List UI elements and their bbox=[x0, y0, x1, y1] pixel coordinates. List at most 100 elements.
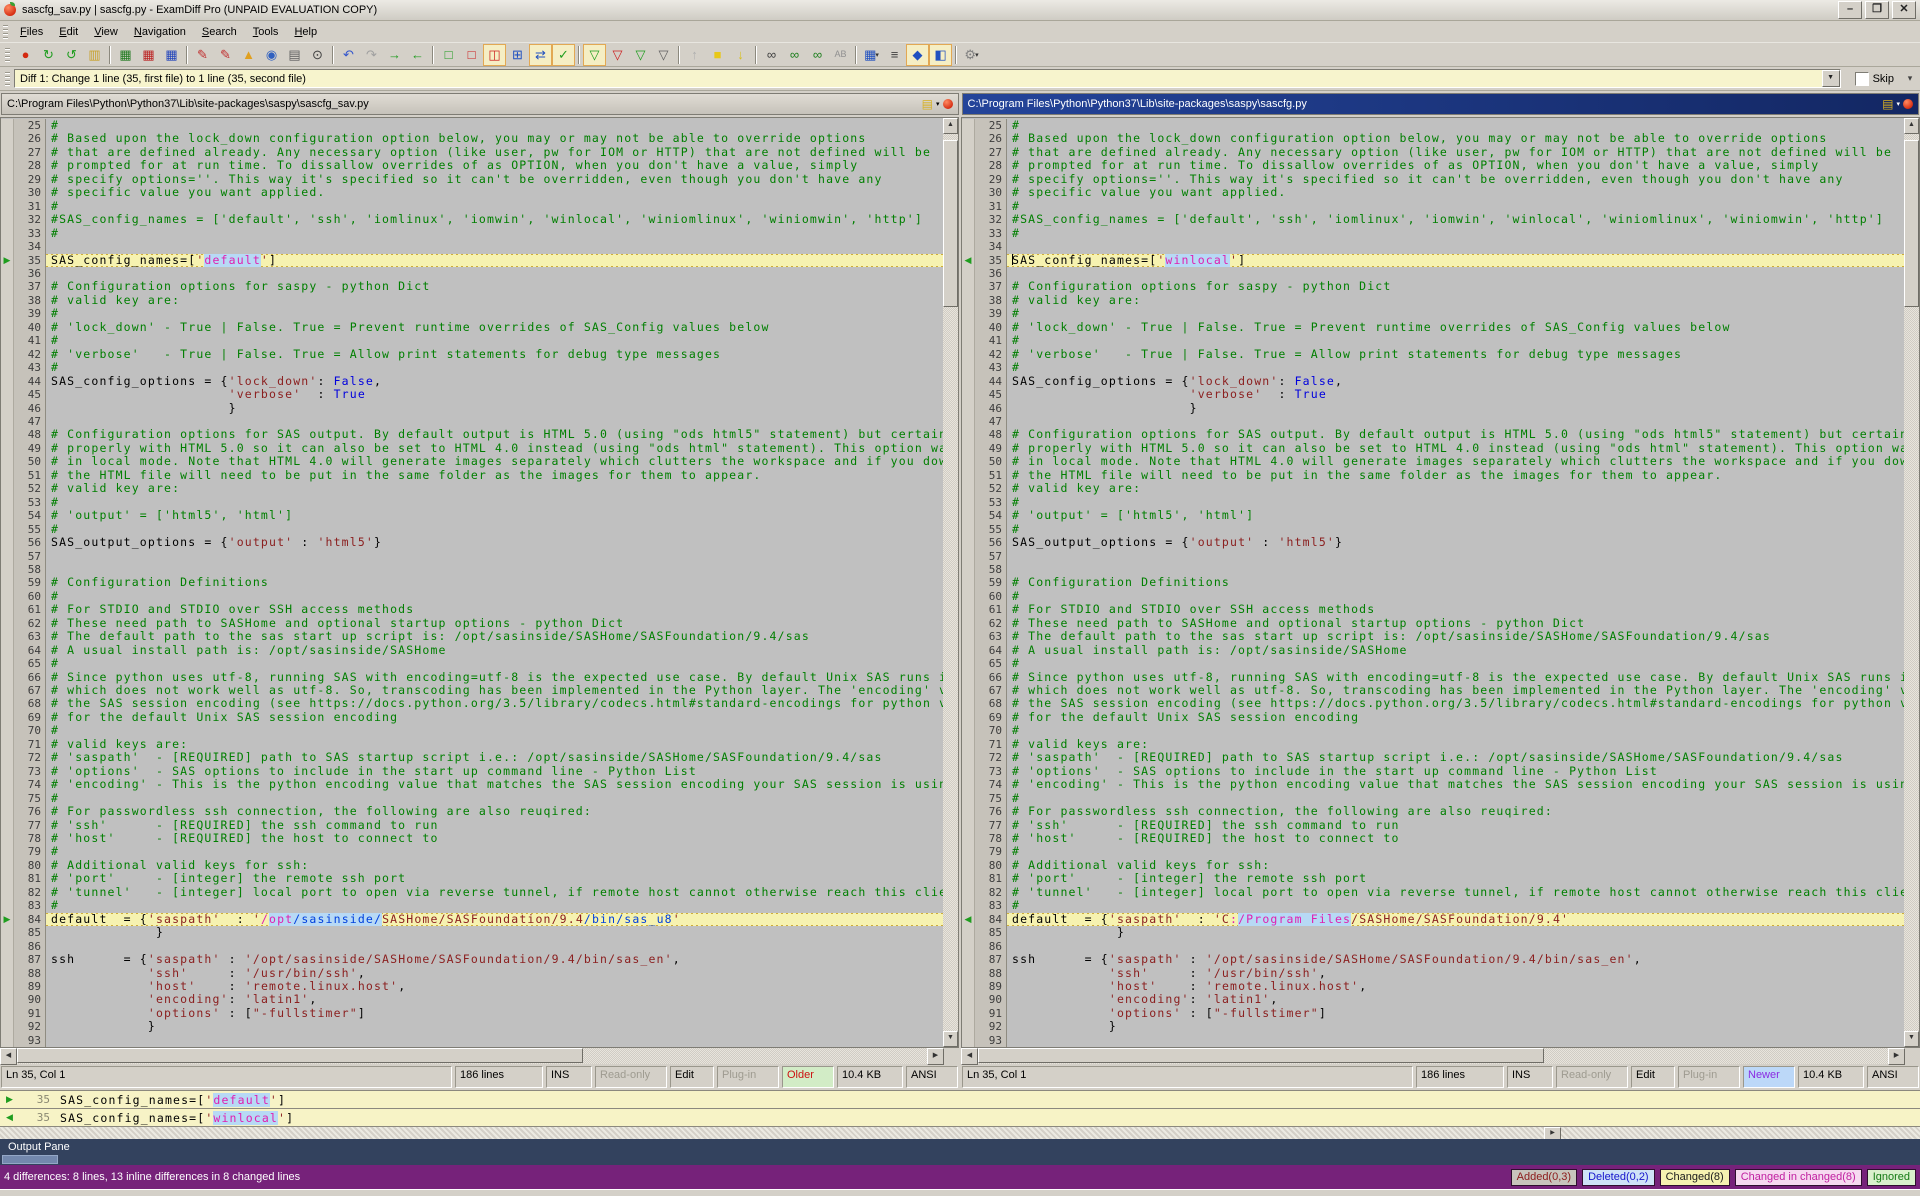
scroll-up-icon[interactable]: ▲ bbox=[943, 118, 958, 134]
code-line-89[interactable]: 89 'host' : 'remote.linux.host', bbox=[962, 980, 1904, 993]
code-line-31[interactable]: 31# bbox=[1, 200, 943, 213]
code-line-70[interactable]: 70# bbox=[962, 724, 1904, 737]
left-horizontal-scrollbar[interactable]: ◀ ▶ bbox=[0, 1048, 959, 1064]
code-line-82[interactable]: 82# 'tunnel' - [integer] local port to o… bbox=[962, 886, 1904, 899]
edit-first-file-icon[interactable]: ✎ bbox=[191, 44, 214, 66]
web-report-icon[interactable]: ◉ bbox=[260, 44, 283, 66]
compare-icon[interactable]: ● bbox=[14, 44, 37, 66]
scroll-down-icon[interactable]: ▼ bbox=[1904, 1031, 1919, 1047]
settings-icon[interactable]: ⚙▾ bbox=[960, 44, 983, 66]
filter-options-icon[interactable]: ▽ bbox=[652, 44, 675, 66]
toolbar-grip[interactable] bbox=[5, 48, 10, 62]
code-line-69[interactable]: 69# for the default Unix SAS session enc… bbox=[962, 711, 1904, 724]
code-line-71[interactable]: 71# valid keys are: bbox=[1, 738, 943, 751]
menu-item-files[interactable]: Files bbox=[12, 23, 51, 41]
current-change-icon[interactable]: ■ bbox=[706, 44, 729, 66]
scroll-left-icon[interactable]: ◀ bbox=[961, 1048, 978, 1065]
code-line-44[interactable]: 44SAS_config_options = {'lock_down': Fal… bbox=[962, 375, 1904, 388]
code-line-88[interactable]: 88 'ssh' : '/usr/bin/ssh', bbox=[962, 967, 1904, 980]
file-options-icon[interactable]: ▤ bbox=[1882, 97, 1893, 111]
code-line-93[interactable]: 93 bbox=[962, 1034, 1904, 1047]
code-line-64[interactable]: 64# A usual install path is: /opt/sasins… bbox=[1, 644, 943, 657]
code-line-91[interactable]: 91 'options' : ["-fullstimer"] bbox=[962, 1007, 1904, 1020]
code-line-58[interactable]: 58 bbox=[1, 563, 943, 576]
code-line-66[interactable]: 66# Since python uses utf-8, running SAS… bbox=[1, 671, 943, 684]
right-horizontal-scrollbar[interactable]: ◀ ▶ bbox=[961, 1048, 1920, 1064]
swap-panes-icon[interactable]: ⇄ bbox=[529, 44, 552, 66]
code-line-57[interactable]: 57 bbox=[962, 550, 1904, 563]
code-line-43[interactable]: 43# bbox=[962, 361, 1904, 374]
prev-change-icon[interactable]: ↑ bbox=[683, 44, 706, 66]
code-line-72[interactable]: 72# 'saspath' - [REQUIRED] path to SAS s… bbox=[1, 751, 943, 764]
left-vertical-scrollbar[interactable]: ▲ ▼ bbox=[943, 118, 958, 1047]
code-line-57[interactable]: 57 bbox=[1, 550, 943, 563]
right-vertical-scrollbar[interactable]: ▲ ▼ bbox=[1904, 118, 1919, 1047]
open-files-icon[interactable]: ▥ bbox=[83, 44, 106, 66]
badge-ignored[interactable]: Ignored bbox=[1867, 1169, 1916, 1186]
recompare-icon[interactable]: ↻ bbox=[37, 44, 60, 66]
code-line-30[interactable]: 30# specific value you want applied. bbox=[962, 186, 1904, 199]
next-change-icon[interactable]: ↓ bbox=[729, 44, 752, 66]
second-file-pane[interactable]: 25#26# Based upon the lock_down configur… bbox=[961, 117, 1920, 1048]
code-line-41[interactable]: 41# bbox=[1, 334, 943, 347]
code-line-68[interactable]: 68# the SAS session encoding (see https:… bbox=[1, 697, 943, 710]
code-line-78[interactable]: 78# 'host' - [REQUIRED] the host to conn… bbox=[1, 832, 943, 845]
refresh-files-icon[interactable]: ↺ bbox=[60, 44, 83, 66]
code-line-63[interactable]: 63# The default path to the sas start up… bbox=[962, 630, 1904, 643]
code-line-77[interactable]: 77# 'ssh' - [REQUIRED] the ssh command t… bbox=[1, 819, 943, 832]
print-icon[interactable]: ▤ bbox=[283, 44, 306, 66]
combobox-dropdown-icon[interactable]: ▼ bbox=[1822, 70, 1840, 87]
auto-recompare-icon[interactable]: ✓ bbox=[552, 44, 575, 66]
code-line-28[interactable]: 28# prompted for at run time. To dissall… bbox=[1, 159, 943, 172]
file-dropdown-icon[interactable]: ▾ bbox=[1896, 100, 1900, 108]
save-second-file-icon[interactable]: ▦ bbox=[137, 44, 160, 66]
code-line-89[interactable]: 89 'host' : 'remote.linux.host', bbox=[1, 980, 943, 993]
badge-changed[interactable]: Changed(8) bbox=[1660, 1169, 1730, 1186]
code-line-55[interactable]: 55# bbox=[962, 523, 1904, 536]
code-line-46[interactable]: 46 } bbox=[1, 402, 943, 415]
code-line-73[interactable]: 73# 'options' - SAS options to include i… bbox=[962, 765, 1904, 778]
code-line-29[interactable]: 29# specify options=''. This way it's sp… bbox=[962, 173, 1904, 186]
code-line-58[interactable]: 58 bbox=[962, 563, 1904, 576]
find-next-icon[interactable]: ∞ bbox=[783, 44, 806, 66]
current-diff-combobox[interactable]: Diff 1: Change 1 line (35, first file) t… bbox=[14, 69, 1841, 88]
code-line-62[interactable]: 62# These need path to SASHome and optio… bbox=[1, 617, 943, 630]
menu-item-tools[interactable]: Tools bbox=[245, 23, 287, 41]
code-line-34[interactable]: 34 bbox=[1, 240, 943, 253]
code-line-85[interactable]: 85 } bbox=[1, 926, 943, 939]
code-line-61[interactable]: 61# For STDIO and STDIO over SSH access … bbox=[1, 603, 943, 616]
code-line-84[interactable]: ▶84default = {'saspath' : '/opt/sasinsid… bbox=[1, 913, 943, 926]
code-line-52[interactable]: 52# valid key are: bbox=[962, 482, 1904, 495]
code-line-47[interactable]: 47 bbox=[962, 415, 1904, 428]
save-both-files-icon[interactable]: ▦ bbox=[160, 44, 183, 66]
badge-added[interactable]: Added(0,3) bbox=[1511, 1169, 1577, 1186]
code-line-92[interactable]: 92 } bbox=[962, 1020, 1904, 1033]
code-line-51[interactable]: 51# the HTML file will need to be put in… bbox=[1, 469, 943, 482]
code-line-77[interactable]: 77# 'ssh' - [REQUIRED] the ssh command t… bbox=[962, 819, 1904, 832]
code-line-56[interactable]: 56SAS_output_options = {'output' : 'html… bbox=[962, 536, 1904, 549]
code-line-83[interactable]: 83# bbox=[1, 899, 943, 912]
output-scrollbar-thumb[interactable] bbox=[2, 1155, 58, 1164]
code-line-32[interactable]: 32#SAS_config_names = ['default', 'ssh',… bbox=[1, 213, 943, 226]
code-line-48[interactable]: 48# Configuration options for SAS output… bbox=[1, 428, 943, 441]
code-line-65[interactable]: 65# bbox=[1, 657, 943, 670]
code-line-87[interactable]: 87ssh = {'saspath' : '/opt/sasinside/SAS… bbox=[962, 953, 1904, 966]
undo-icon[interactable]: ↶ bbox=[337, 44, 360, 66]
prev-difference-icon[interactable]: ← bbox=[406, 44, 429, 66]
code-line-48[interactable]: 48# Configuration options for SAS output… bbox=[962, 428, 1904, 441]
code-line-37[interactable]: 37# Configuration options for saspy - py… bbox=[1, 280, 943, 293]
skip-checkbox[interactable] bbox=[1855, 72, 1869, 86]
code-line-76[interactable]: 76# For passwordless ssh connection, the… bbox=[1, 805, 943, 818]
code-line-81[interactable]: 81# 'port' - [integer] the remote ssh po… bbox=[1, 872, 943, 885]
scroll-up-icon[interactable]: ▲ bbox=[1904, 118, 1919, 134]
code-line-65[interactable]: 65# bbox=[962, 657, 1904, 670]
badge-chgchg[interactable]: Changed in changed(8) bbox=[1735, 1169, 1862, 1186]
code-line-68[interactable]: 68# the SAS session encoding (see https:… bbox=[962, 697, 1904, 710]
code-line-54[interactable]: 54# 'output' = ['html5', 'html'] bbox=[1, 509, 943, 522]
redo-icon[interactable]: ↷ bbox=[360, 44, 383, 66]
code-line-42[interactable]: 42# 'verbose' - True | False. True = All… bbox=[1, 348, 943, 361]
code-line-70[interactable]: 70# bbox=[1, 724, 943, 737]
code-line-59[interactable]: 59# Configuration Definitions bbox=[1, 576, 943, 589]
show-second-pane-icon[interactable]: □ bbox=[460, 44, 483, 66]
code-line-73[interactable]: 73# 'options' - SAS options to include i… bbox=[1, 765, 943, 778]
